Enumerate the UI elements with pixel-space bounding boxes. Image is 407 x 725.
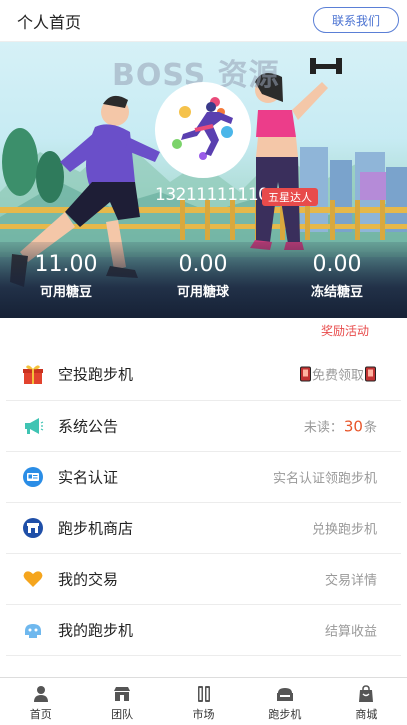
- page-title: 个人首页: [17, 13, 82, 32]
- menu-right-text: 免费领取: [311, 368, 364, 384]
- gift-icon: [22, 363, 44, 385]
- phone-icon: [299, 366, 311, 382]
- menu-item-treadmill-store[interactable]: 跑步机商店 兑换跑步机: [6, 503, 401, 554]
- menu-right-text: 结算收益: [324, 624, 377, 640]
- menu-list: 空投跑步机 免费领取 系统公告 未读： 30 条 实名认证 实名认证领跑步机 跑…: [0, 348, 407, 656]
- avatar[interactable]: [155, 82, 251, 178]
- tab-label: 团队: [111, 708, 134, 721]
- stat-available-beans[interactable]: 11.00 可用糖豆: [11, 252, 121, 300]
- bottom-tab-bar: 首页 团队 市场 跑步机 商城: [0, 677, 407, 725]
- menu-label: 跑步机商店: [58, 519, 134, 538]
- tab-mall[interactable]: 商城: [326, 678, 407, 725]
- level-badge: 五星达人: [262, 188, 318, 206]
- tab-label: 跑步机: [268, 708, 302, 721]
- stat-label: 可用糖球: [176, 285, 229, 300]
- unread-status: 未读： 30 条: [304, 417, 377, 436]
- person-icon: [32, 685, 50, 703]
- menu-label: 我的交易: [58, 570, 119, 589]
- menu-label: 系统公告: [58, 417, 119, 436]
- tab-label: 市场: [192, 708, 215, 721]
- unread-count: 30: [343, 417, 363, 435]
- store-icon: [22, 517, 44, 539]
- menu-right-text: 交易详情: [324, 573, 377, 589]
- tab-label: 商城: [355, 708, 378, 721]
- bag-icon: [357, 685, 375, 703]
- tab-market[interactable]: 市场: [163, 678, 244, 725]
- menu-item-announcements[interactable]: 系统公告 未读： 30 条: [6, 401, 401, 452]
- user-phone: 13211111110: [155, 185, 269, 205]
- top-header: 个人首页 联系我们: [0, 0, 407, 42]
- heart-icon: [22, 568, 44, 590]
- id-card-icon: [22, 466, 44, 488]
- profile-banner: BOSS 资源 13211111110 五星达人 11.00 可用糖豆 0.00…: [0, 42, 407, 318]
- tab-label: 首页: [29, 708, 52, 721]
- menu-label: 我的跑步机: [58, 621, 134, 640]
- contact-us-button[interactable]: 联系我们: [313, 7, 399, 33]
- stat-value: 0.00: [178, 252, 228, 277]
- menu-right-text: 兑换跑步机: [311, 522, 377, 538]
- menu-item-my-trades[interactable]: 我的交易 交易详情: [6, 554, 401, 605]
- menu-right: 免费领取: [299, 365, 377, 384]
- phone-icon: [365, 366, 376, 382]
- menu-label: 实名认证: [58, 468, 119, 487]
- tab-team[interactable]: 团队: [81, 678, 162, 725]
- stat-value: 0.00: [312, 252, 362, 277]
- unread-prefix: 未读：: [303, 420, 343, 436]
- stat-available-balls[interactable]: 0.00 可用糖球: [148, 252, 258, 300]
- tab-home[interactable]: 首页: [0, 678, 81, 725]
- megaphone-icon: [22, 415, 44, 437]
- menu-label: 空投跑步机: [58, 365, 134, 384]
- stat-label: 可用糖豆: [39, 285, 92, 300]
- menu-item-my-treadmill[interactable]: 我的跑步机 结算收益: [6, 605, 401, 656]
- treadmill-icon: [276, 685, 294, 703]
- runner-avatar-icon: [172, 97, 233, 160]
- menu-right-text: 实名认证领跑步机: [272, 471, 377, 487]
- menu-item-real-name-verification[interactable]: 实名认证 实名认证领跑步机: [6, 452, 401, 503]
- unread-suffix: 条: [363, 420, 377, 436]
- team-icon: [113, 685, 131, 703]
- tab-treadmill[interactable]: 跑步机: [244, 678, 325, 725]
- menu-item-airdrop-treadmill[interactable]: 空投跑步机 免费领取: [6, 348, 401, 401]
- stat-label: 冻结糖豆: [310, 285, 363, 300]
- stat-value: 11.00: [34, 252, 98, 277]
- market-icon: [195, 685, 213, 703]
- machine-icon: [22, 619, 44, 641]
- reward-activity-link[interactable]: 奖励活动: [321, 322, 369, 339]
- stat-frozen-beans[interactable]: 0.00 冻结糖豆: [282, 252, 392, 300]
